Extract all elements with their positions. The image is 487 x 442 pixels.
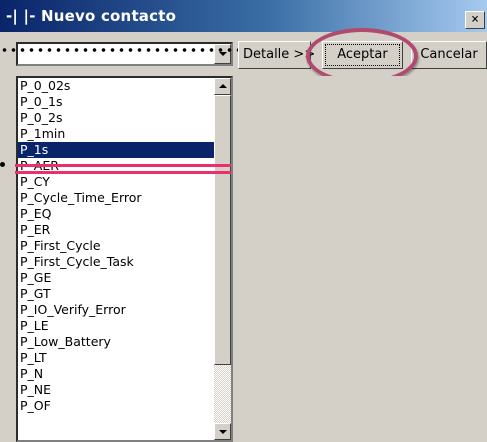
list-item[interactable]: P_1min: [18, 126, 215, 142]
highlight-strike-bottom: [15, 171, 231, 174]
list-item[interactable]: P_0_1s: [18, 94, 215, 110]
list-item[interactable]: P_LT: [18, 350, 215, 366]
new-contact-dialog: -| |- Nuevo contacto × Detalle >> Acepta…: [0, 0, 487, 442]
scroll-up-button[interactable]: [214, 78, 231, 95]
list-item[interactable]: P_LE: [18, 318, 215, 334]
list-item[interactable]: P_0_02s: [18, 78, 215, 94]
scroll-down-button[interactable]: [214, 423, 231, 440]
list-item[interactable]: P_NE: [18, 382, 215, 398]
list-item[interactable]: P_IO_Verify_Error: [18, 302, 215, 318]
cancel-button[interactable]: Cancelar: [411, 41, 487, 69]
chevron-down-icon: [219, 52, 227, 56]
dotted-pointer-line: [0, 48, 250, 52]
detail-button[interactable]: Detalle >>: [238, 41, 315, 69]
list-item[interactable]: P_0_2s: [18, 110, 215, 126]
close-icon: ×: [471, 12, 479, 27]
list-item[interactable]: P_N: [18, 366, 215, 382]
list-item[interactable]: P_EQ: [18, 206, 215, 222]
window-title: -| |- Nuevo contacto: [6, 7, 177, 25]
close-button[interactable]: ×: [465, 11, 485, 29]
list-item[interactable]: P_CY: [18, 174, 215, 190]
scroll-down-arrow-icon: [219, 430, 227, 434]
list-item[interactable]: P_1s: [18, 142, 215, 158]
scroll-up-arrow-icon: [219, 84, 227, 88]
contact-combo[interactable]: [16, 42, 233, 66]
contact-list[interactable]: P_0_02sP_0_1sP_0_2sP_1minP_1sP_AERP_CYP_…: [16, 76, 233, 442]
list-item[interactable]: P_ER: [18, 222, 215, 238]
list-items: P_0_02sP_0_1sP_0_2sP_1minP_1sP_AERP_CYP_…: [18, 78, 215, 414]
list-item[interactable]: P_First_Cycle_Task: [18, 254, 215, 270]
scroll-thumb[interactable]: [214, 95, 231, 365]
list-item[interactable]: P_Low_Battery: [18, 334, 215, 350]
annotation-dot: [0, 162, 5, 167]
list-item[interactable]: P_Cycle_Time_Error: [18, 190, 215, 206]
list-item[interactable]: P_OF: [18, 398, 215, 414]
list-item[interactable]: P_GE: [18, 270, 215, 286]
list-item[interactable]: P_First_Cycle: [18, 238, 215, 254]
list-item[interactable]: P_GT: [18, 286, 215, 302]
title-bar[interactable]: -| |- Nuevo contacto ×: [0, 0, 487, 32]
detail-panel: [236, 76, 487, 442]
combo-dropdown-button[interactable]: [214, 44, 231, 64]
highlight-strike-top: [15, 164, 231, 167]
list-scrollbar[interactable]: [214, 78, 231, 440]
